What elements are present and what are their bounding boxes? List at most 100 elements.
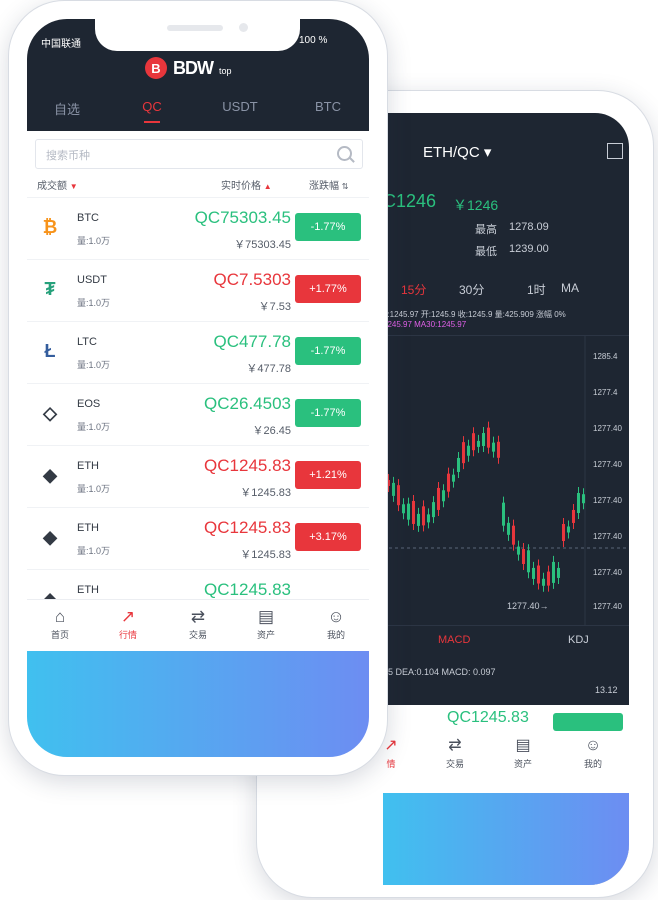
nav-profile[interactable]: ☺ 我的 (571, 735, 615, 770)
nav-label: 资产 (256, 630, 275, 640)
logo-icon: B (145, 57, 167, 79)
price-cny: ￥1245.83 (240, 487, 291, 499)
y-label: 1277.40 (593, 496, 622, 505)
price-qc: QC7.5303 (213, 270, 292, 289)
market-icon: ↗ (120, 607, 136, 626)
nav-label: 我的 (326, 630, 345, 640)
candle-body (462, 442, 465, 464)
candle-body (582, 494, 585, 504)
candle-body (507, 522, 510, 535)
price-qc: QC1245.83 (204, 580, 291, 599)
candle-body (522, 549, 525, 565)
column-volume[interactable]: 成交额 ▼ (37, 177, 78, 192)
nav-label: 情 (386, 759, 396, 769)
coin-symbol: EOS (77, 398, 101, 410)
notch (95, 19, 300, 51)
ma-line-2: 1245.97 MA30:1245.97 (383, 320, 467, 329)
change-badge[interactable]: +1.21% (295, 461, 361, 489)
timeframe-15m[interactable]: 15分 (401, 281, 426, 298)
timeframe-30m[interactable]: 30分 (459, 281, 484, 298)
coin-row[interactable]: ◆ ETH 量:1.0万 QC1245.83 ￥1245.83 +1.21% (27, 445, 369, 508)
column-label: 实时价格 (221, 181, 261, 192)
candle-body (532, 567, 535, 579)
candle-body (552, 561, 555, 583)
ethereum-icon: ◆ (43, 465, 57, 485)
tab-qc[interactable]: QC (117, 99, 187, 123)
nav-trade[interactable]: ⇄ 交易 (433, 735, 477, 770)
coin-row[interactable]: ₮ USDT 量:1.0万 QC7.5303 ￥7.53 +1.77% (27, 259, 369, 322)
candle-body (577, 492, 580, 513)
nav-market[interactable]: ↗ 情 (383, 735, 413, 770)
timeframe-1h[interactable]: 1时 (527, 281, 546, 298)
search-placeholder: 搜索币种 (46, 150, 90, 162)
pair-title[interactable]: ETH/QC ▾ (423, 143, 491, 161)
nav-market[interactable]: ↗ 行情 (103, 606, 153, 641)
logo-suffix: top (219, 66, 232, 76)
fullscreen-icon[interactable] (607, 143, 623, 159)
candle-body (412, 500, 415, 524)
battery: 100 % (299, 35, 328, 46)
coin-symbol: USDT (77, 274, 107, 286)
search-icon[interactable] (337, 146, 352, 161)
nav-label: 交易 (188, 630, 207, 640)
tab-usdt[interactable]: USDT (205, 99, 275, 114)
back-bottom: QC1245.83 ↗ 情 ⇄ 交易 ▤ 资产 ☺ 我的 (383, 705, 629, 885)
high-label: 最高 (475, 224, 497, 236)
nav-assets[interactable]: ▤ 资产 (501, 735, 545, 770)
candle-body (467, 445, 470, 456)
price-qc: QC26.4503 (204, 394, 291, 413)
timeframe-ma[interactable]: MA (561, 281, 579, 295)
coin-symbol: ETH (77, 522, 99, 534)
candle-body (447, 473, 450, 492)
tab-favorites[interactable]: 自选 (32, 99, 102, 118)
coin-row[interactable]: ◆ ETH 量:1.0万 QC1245.83 ￥1245.83 +3.17% (27, 507, 369, 570)
change-badge[interactable]: -1.77% (295, 213, 361, 241)
profile-icon: ☺ (584, 737, 602, 754)
nav-home[interactable]: ⌂ 首页 (35, 606, 85, 641)
litecoin-icon: Ł (44, 341, 56, 361)
y-label: 1277.40 (593, 460, 622, 469)
nav-label: 首页 (50, 630, 69, 640)
candle-body (427, 514, 430, 523)
coin-row[interactable]: ₿ BTC 量:1.0万 QC75303.45 ￥75303.45 -1.77% (27, 197, 369, 260)
coin-volume: 量:1.0万 (77, 236, 111, 246)
trade-icon: ⇄ (448, 737, 462, 754)
current-price: C1246 (383, 191, 437, 211)
front-phone: 中国联通 100 % B BDW top 自选 QC USDT BTC 搜索币种… (8, 0, 388, 776)
coin-symbol: LTC (77, 336, 97, 348)
change-badge[interactable]: +3.17% (295, 523, 361, 551)
candle-body (472, 433, 475, 451)
coin-volume: 量:1.0万 (77, 360, 111, 370)
y-label: 1277.40 (593, 532, 622, 541)
market-tabs: 自选 QC USDT BTC (27, 91, 369, 127)
candle-body (517, 546, 520, 555)
column-price[interactable]: 实时价格 ▲ (221, 177, 272, 192)
candle-body (537, 565, 540, 584)
coin-row[interactable]: ◇ EOS 量:1.0万 QC26.4503 ￥26.45 -1.77% (27, 383, 369, 446)
candlestick-chart[interactable]: 1285.4 1277.4 1277.40 1277.40 1277.40 12… (383, 335, 629, 626)
search-input[interactable]: 搜索币种 (35, 139, 363, 169)
price-cny: ￥26.45 (252, 425, 291, 437)
change-badge[interactable]: +1.77% (295, 275, 361, 303)
nav-profile[interactable]: ☺ 我的 (311, 606, 361, 641)
coin-symbol: ETH (77, 584, 99, 596)
candle-body (572, 509, 575, 523)
tab-macd[interactable]: MACD (438, 634, 470, 646)
coin-row[interactable]: Ł LTC 量:1.0万 QC477.78 ￥477.78 -1.77% (27, 321, 369, 384)
candle-body (557, 567, 560, 578)
change-badge[interactable]: -1.77% (295, 337, 361, 365)
candle-body (547, 571, 550, 586)
column-change[interactable]: 涨跌幅 ⇅ (309, 177, 348, 192)
tether-icon: ₮ (44, 279, 56, 299)
ethereum-icon: ◆ (43, 527, 57, 547)
tab-kdj[interactable]: KDJ (568, 634, 589, 646)
coin-volume: 量:1.0万 (77, 298, 111, 308)
tab-btc[interactable]: BTC (293, 99, 363, 114)
candle-body (477, 440, 480, 447)
candle-body (497, 441, 500, 458)
nav-assets[interactable]: ▤ 资产 (241, 606, 291, 641)
price-cny: ￥7.53 (258, 301, 291, 313)
change-badge[interactable]: -1.77% (295, 399, 361, 427)
candle-body (452, 474, 455, 482)
nav-trade[interactable]: ⇄ 交易 (173, 606, 223, 641)
